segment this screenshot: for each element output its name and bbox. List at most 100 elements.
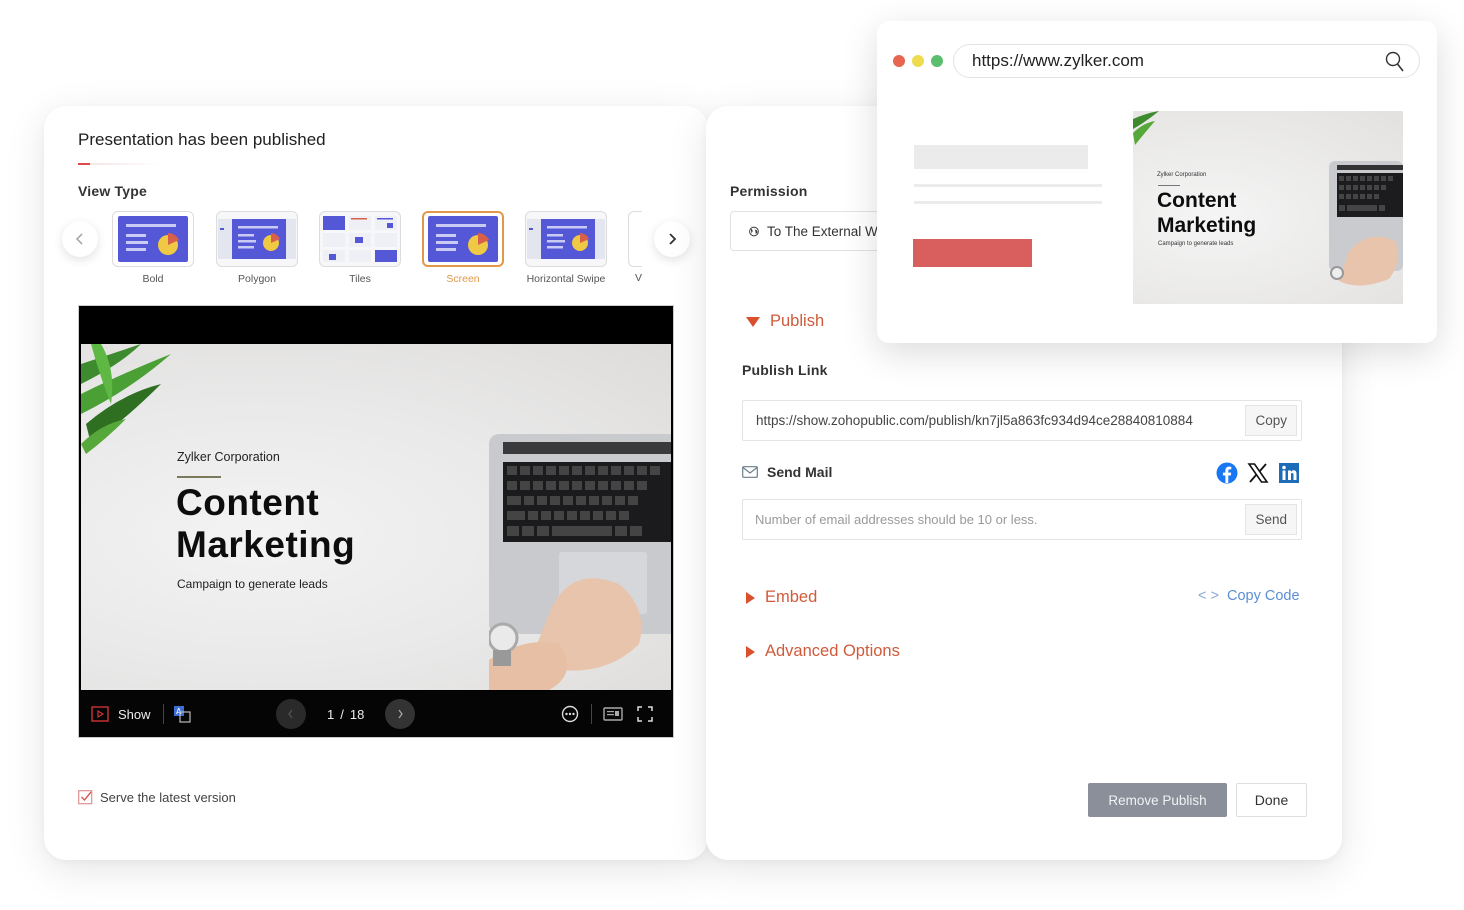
- copy-link-button[interactable]: Copy: [1245, 405, 1297, 436]
- code-icon: < >: [1198, 588, 1219, 604]
- globe-icon: [749, 226, 759, 236]
- slide-layout-icon: [527, 219, 605, 259]
- translate-button[interactable]: A: [173, 691, 191, 737]
- embed-section-toggle[interactable]: Embed: [746, 588, 817, 607]
- facebook-icon[interactable]: [1216, 462, 1238, 484]
- placeholder-heading: [914, 145, 1088, 169]
- slide-title-line2: Marketing: [176, 524, 356, 565]
- caret-right-icon: [746, 591, 755, 604]
- slide-subtitle: Campaign to generate leads: [177, 577, 328, 591]
- send-mail-label-group: Send Mail: [742, 464, 832, 480]
- toolbar-divider: [591, 704, 592, 724]
- view-type-screen[interactable]: Screen: [422, 211, 504, 285]
- slide-divider: [177, 476, 221, 478]
- window-maximize-dot: [931, 55, 943, 67]
- presentation-preview: Zylker Corporation Content Marketing Cam…: [78, 305, 674, 738]
- title-underline: [78, 163, 90, 165]
- email-input[interactable]: [743, 512, 1246, 527]
- page-separator: /: [340, 706, 344, 722]
- serve-latest-label: Serve the latest version: [100, 790, 236, 805]
- show-button[interactable]: Show: [91, 691, 151, 737]
- advanced-options-label: Advanced Options: [765, 642, 900, 660]
- mini-slide-title-line1: Content: [1157, 189, 1237, 212]
- caret-right-icon: [746, 645, 755, 658]
- fullscreen-button[interactable]: [637, 691, 653, 737]
- remove-publish-button[interactable]: Remove Publish: [1088, 783, 1227, 817]
- view-type-label: Polygon: [238, 273, 276, 285]
- caret-down-icon: [746, 316, 760, 327]
- slide-title: Content Marketing: [176, 482, 355, 566]
- advanced-options-toggle[interactable]: Advanced Options: [746, 642, 900, 661]
- view-type-bold[interactable]: Bold: [112, 211, 194, 285]
- embed-section-label: Embed: [765, 588, 818, 606]
- chevron-left-icon: [75, 233, 83, 245]
- view-type-horizontal-swipe[interactable]: Horizontal Swipe: [525, 211, 607, 285]
- carousel-next-button[interactable]: [654, 221, 690, 257]
- carousel-prev-button[interactable]: [62, 221, 98, 257]
- view-type-partial-thumb[interactable]: [628, 211, 642, 267]
- publish-link-label: Publish Link: [742, 362, 828, 378]
- serve-latest-checkbox[interactable]: Serve the latest version: [78, 790, 236, 805]
- dialog-title: Presentation has been published: [78, 130, 326, 149]
- email-field: Send: [742, 499, 1302, 540]
- embedded-slide-preview: Zylker Corporation Content Marketing Cam…: [1133, 111, 1403, 304]
- publish-dialog-left-panel: Presentation has been published View Typ…: [44, 106, 708, 860]
- total-pages: 18: [349, 706, 365, 722]
- window-close-dot: [893, 55, 905, 67]
- current-page: 1: [327, 706, 335, 722]
- mini-slide-subtitle: Campaign to generate leads: [1158, 241, 1234, 247]
- placeholder-cta-button: [913, 239, 1032, 267]
- checkbox-checked-icon: [78, 790, 93, 805]
- view-type-label: Screen: [446, 273, 480, 285]
- placeholder-line: [914, 201, 1102, 204]
- view-type-tiles[interactable]: Tiles: [319, 211, 401, 285]
- publish-section-toggle[interactable]: Publish: [746, 312, 824, 331]
- send-mail-button[interactable]: Send: [1245, 504, 1297, 535]
- mini-slide-company: Zylker Corporation: [1157, 172, 1207, 178]
- notes-view-icon: [603, 707, 623, 721]
- more-icon: [561, 705, 579, 723]
- tiles-layout-icon: [323, 216, 397, 262]
- permission-select[interactable]: To The External World: [730, 211, 900, 251]
- mini-slide-divider: [1158, 185, 1180, 186]
- more-options-button[interactable]: [561, 691, 579, 737]
- done-button[interactable]: Done: [1236, 783, 1307, 817]
- send-mail-label: Send Mail: [767, 464, 833, 480]
- mail-icon: [742, 466, 758, 478]
- player-toolbar: Show A 1 / 18: [79, 691, 673, 737]
- copy-code-label: Copy Code: [1226, 588, 1300, 604]
- copy-code-button[interactable]: < > Copy Code: [1198, 588, 1300, 604]
- chevron-left-icon: [288, 709, 293, 719]
- view-type-partial-label: V: [635, 272, 643, 284]
- view-type-label: View Type: [78, 183, 147, 199]
- chevron-right-icon: [398, 709, 403, 719]
- laptop-image: [1329, 161, 1403, 286]
- linkedin-icon[interactable]: [1278, 462, 1300, 484]
- next-slide-button[interactable]: [385, 691, 415, 737]
- view-type-label: Horizontal Swipe: [526, 273, 606, 285]
- x-twitter-icon[interactable]: [1247, 462, 1269, 484]
- translate-icon: A: [174, 706, 191, 723]
- fullscreen-icon: [637, 706, 653, 722]
- mini-slide-title-line2: Marketing: [1157, 214, 1257, 237]
- view-type-polygon[interactable]: Polygon: [216, 211, 298, 285]
- slide-layout-icon: [218, 219, 296, 259]
- browser-url-bar[interactable]: https://www.zylker.com: [953, 44, 1420, 78]
- page-indicator: 1 / 18: [327, 691, 364, 737]
- prev-slide-button[interactable]: [276, 691, 306, 737]
- plant-image: [1133, 111, 1159, 145]
- search-icon: [1385, 51, 1404, 72]
- view-type-label: Tiles: [349, 273, 371, 285]
- slide-company-name: Zylker Corporation: [177, 450, 280, 464]
- toolbar-divider: [163, 704, 164, 724]
- mini-slide-title: Content Marketing: [1157, 188, 1256, 238]
- permission-label: Permission: [730, 183, 808, 199]
- publish-link-field: https://show.zohopublic.com/publish/kn7j…: [742, 400, 1302, 441]
- title-underline-fade: [90, 163, 160, 165]
- notes-button[interactable]: [603, 691, 623, 737]
- publish-section-label: Publish: [770, 312, 825, 330]
- chevron-right-icon: [669, 233, 677, 245]
- slide-layout-icon: [428, 216, 498, 262]
- view-type-label: Bold: [142, 273, 164, 285]
- publish-link-value[interactable]: https://show.zohopublic.com/publish/kn7j…: [743, 413, 1245, 428]
